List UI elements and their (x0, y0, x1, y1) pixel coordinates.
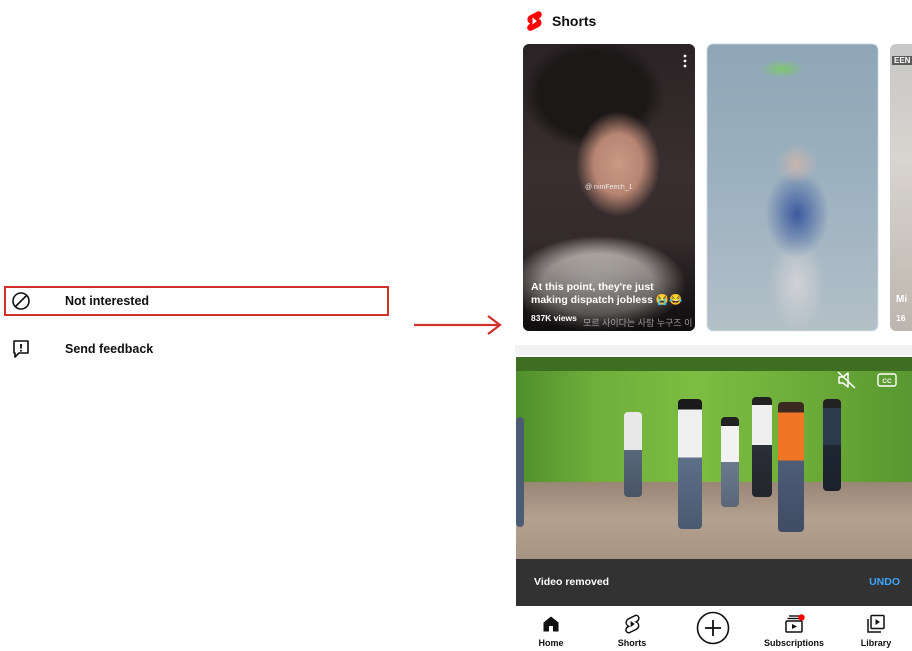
video-figure (752, 397, 772, 497)
card-overlay-text: 모르 사이다는 사람 누구즈 이 (583, 318, 693, 328)
phone-screen: Shorts @ nimFeech_1 모르 사이다는 사람 누구즈 이 At … (515, 0, 912, 651)
card-views: 837K views (531, 313, 577, 323)
bottom-navigation: Home Shorts Subscriptions Library (515, 606, 912, 651)
card-title: At this point, they're just making dispa… (531, 281, 683, 306)
shorts-title: Shorts (552, 13, 597, 29)
card-badge: EEN (892, 56, 912, 65)
nav-home[interactable]: Home (516, 606, 586, 651)
video-figure (678, 399, 702, 529)
create-icon (678, 611, 748, 645)
snackbar-message: Video removed (534, 576, 610, 588)
card-views: 16 (896, 313, 906, 323)
short-card[interactable]: @ nimFeech_1 모르 사이다는 사람 누구즈 이 At this po… (523, 44, 695, 331)
shorts-icon (597, 613, 667, 635)
snackbar: Video removed UNDO (516, 559, 912, 606)
video-figure (721, 417, 739, 507)
nav-label: Subscriptions (763, 638, 824, 648)
svg-text:CC: CC (882, 378, 892, 385)
short-card-partial[interactable]: EEN Mi 16 (890, 44, 912, 331)
library-icon (841, 613, 911, 635)
nav-label: Shorts (617, 638, 647, 648)
more-options-icon[interactable] (683, 54, 687, 73)
shorts-header: Shorts (525, 10, 596, 32)
short-card-blurred[interactable] (707, 44, 878, 331)
section-divider (515, 345, 912, 355)
captions-icon[interactable]: CC (876, 369, 898, 391)
card-watermark: @ nimFeech_1 (585, 184, 633, 191)
undo-button[interactable]: UNDO (869, 576, 900, 588)
menu-item-label: Send feedback (65, 342, 154, 356)
video-figure (823, 399, 841, 491)
video-figure (624, 412, 642, 497)
menu-item-send-feedback[interactable]: Send feedback (0, 334, 390, 364)
nav-shorts[interactable]: Shorts (597, 606, 667, 651)
feedback-icon (10, 338, 32, 360)
highlight-box (4, 286, 389, 316)
shorts-logo-icon (527, 11, 542, 31)
home-icon (516, 613, 586, 635)
nav-label: Library (860, 638, 892, 648)
video-figure (778, 402, 804, 532)
subscriptions-icon (759, 613, 829, 635)
nav-label: Home (538, 638, 564, 648)
card-title: Mi (896, 294, 908, 305)
nav-subscriptions[interactable]: Subscriptions (759, 606, 829, 651)
video-figure (516, 417, 524, 527)
nav-create[interactable] (678, 606, 748, 651)
arrow-right-icon (414, 315, 502, 335)
nav-library[interactable]: Library (841, 606, 911, 651)
video-player[interactable]: CC (516, 357, 912, 559)
mute-icon[interactable] (836, 369, 858, 391)
